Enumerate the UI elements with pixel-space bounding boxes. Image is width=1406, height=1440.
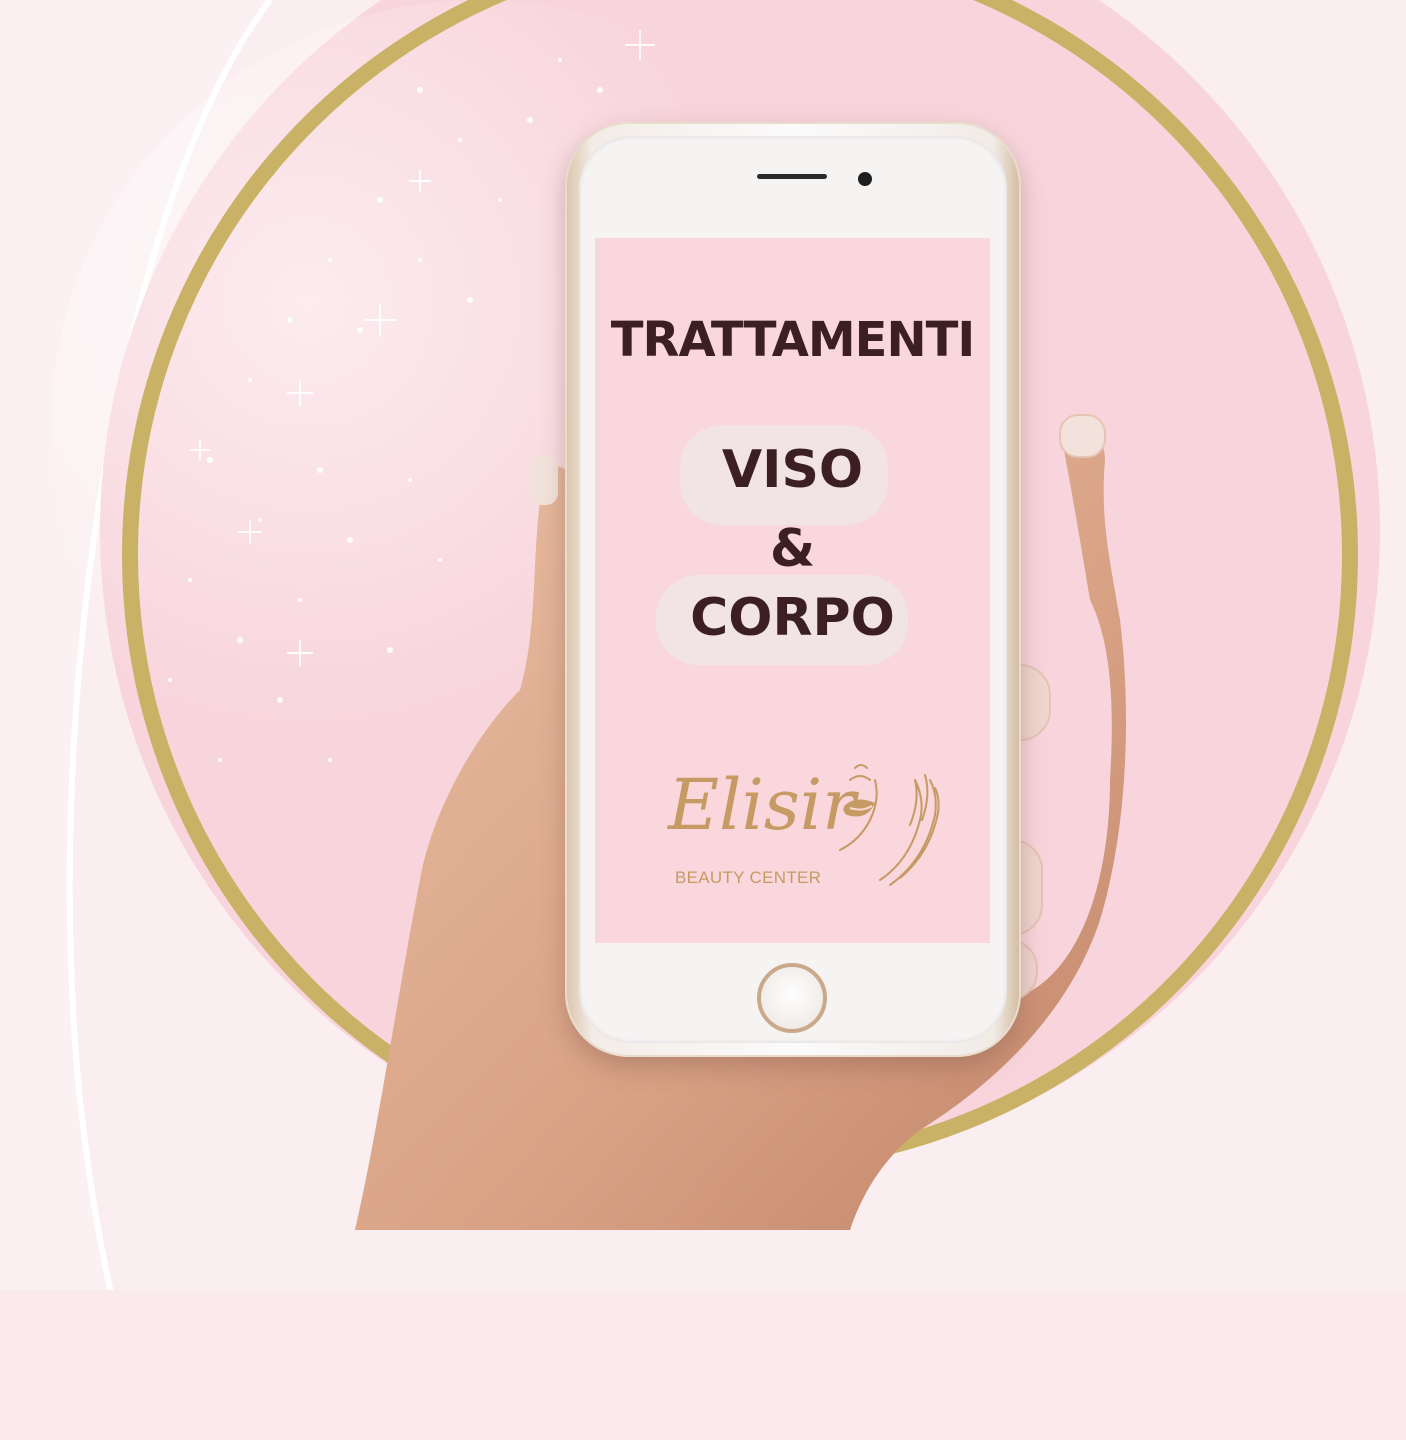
home-button[interactable] [757,963,827,1033]
screen-line-ampersand: & [769,519,816,579]
speaker-icon [757,174,827,179]
face-hands-logo-icon [839,764,940,886]
front-camera-icon [858,172,872,186]
screen-line-viso: VISO [721,440,864,500]
screen-line-corpo: CORPO [690,588,895,648]
logo-wordmark: Elisir [668,764,856,846]
screen-title: TRATTAMENTI [610,312,975,368]
logo-tagline: BEAUTY CENTER [675,868,822,887]
